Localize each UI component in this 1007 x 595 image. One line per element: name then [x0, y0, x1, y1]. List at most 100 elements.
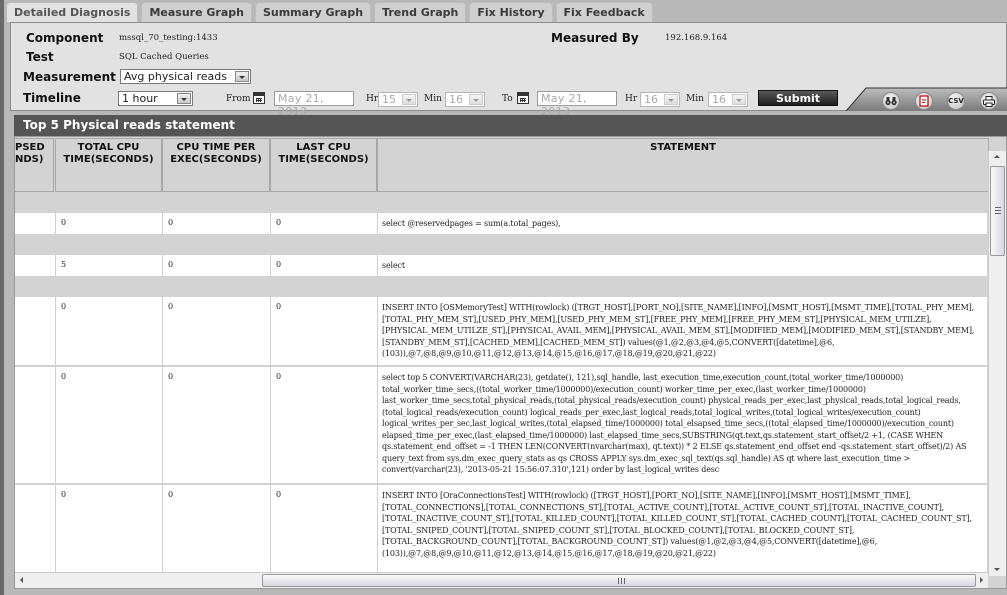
- cell-total-cpu: 0: [55, 485, 162, 572]
- cell-statement: INSERT INTO [OraConnectionsTest] WITH(ro…: [377, 485, 987, 572]
- binoculars-icon: [885, 97, 897, 106]
- table-row[interactable]: 0 0 0 select @reservedpages = sum(a.tota…: [15, 213, 987, 234]
- cell-elapsed: [15, 367, 55, 483]
- measurement-label: Measurement: [23, 70, 116, 84]
- tab-bar: Detailed Diagnosis Measure Graph Summary…: [6, 2, 656, 22]
- from-hr-label: Hr: [366, 94, 379, 104]
- cell-elapsed: [15, 297, 55, 365]
- to-minute-select[interactable]: 16: [708, 92, 748, 107]
- column-header-cpu-per-exec[interactable]: CPU TIME PER EXEC(SECONDS): [162, 138, 270, 192]
- cell-cpu-per-exec: 0: [162, 213, 270, 234]
- pdf-export-button[interactable]: [915, 92, 933, 110]
- measured-by-label: Measured By: [551, 31, 639, 45]
- measured-by-value: 192.168.9.164: [665, 33, 728, 43]
- measurement-select-value: Avg physical reads: [124, 70, 227, 83]
- from-date-input[interactable]: May 21, 2013: [274, 91, 354, 118]
- cell-last-cpu: 0: [270, 213, 377, 234]
- test-value: SQL Cached Queries: [119, 52, 209, 62]
- tab-detailed-diagnosis[interactable]: Detailed Diagnosis: [6, 2, 139, 22]
- tab-measure-graph[interactable]: Measure Graph: [141, 2, 252, 22]
- from-minute-value: 16: [449, 93, 463, 106]
- row-separator: [15, 234, 987, 255]
- tab-summary-graph[interactable]: Summary Graph: [254, 2, 372, 22]
- print-button[interactable]: [980, 92, 998, 110]
- submit-button[interactable]: Submit: [758, 90, 838, 106]
- from-label: From: [226, 94, 251, 104]
- cell-statement: select @reservedpages = sum(a.total_page…: [377, 213, 987, 234]
- cell-total-cpu: 0: [55, 213, 162, 234]
- chevron-down-icon: [402, 94, 416, 105]
- column-header-last-cpu[interactable]: LAST CPU TIME(SECONDS): [270, 138, 377, 192]
- column-header-elapsed[interactable]: PSED NDS): [15, 138, 54, 192]
- from-hour-select[interactable]: 15: [378, 92, 418, 107]
- tab-fix-history[interactable]: Fix History: [469, 2, 553, 22]
- from-min-label: Min: [424, 94, 442, 104]
- section-title: Top 5 Physical reads statement: [14, 115, 1007, 136]
- table-row[interactable]: 5 0 0 select: [15, 255, 987, 276]
- row-separator: [15, 276, 987, 297]
- cell-total-cpu: 0: [55, 367, 162, 483]
- scroll-right-icon[interactable]: [974, 573, 988, 588]
- horizontal-scroll-thumb[interactable]: [262, 574, 976, 587]
- to-hour-select[interactable]: 16: [640, 92, 680, 107]
- cell-cpu-per-exec: 0: [162, 485, 270, 572]
- from-minute-select[interactable]: 16: [445, 92, 485, 107]
- measurement-select[interactable]: Avg physical reads: [120, 69, 251, 84]
- search-button[interactable]: [882, 92, 900, 110]
- to-hour-value: 16: [644, 93, 658, 106]
- csv-export-button[interactable]: CSV: [947, 92, 965, 110]
- chevron-down-icon: [177, 93, 191, 104]
- cell-cpu-per-exec: 0: [162, 297, 270, 365]
- timeline-select[interactable]: 1 hour: [118, 91, 193, 106]
- vertical-scrollbar[interactable]: [988, 151, 1006, 576]
- calendar-icon[interactable]: [517, 92, 529, 104]
- component-value: mssql_70_testing:1433: [119, 33, 218, 43]
- cell-last-cpu: 0: [270, 367, 377, 483]
- to-minute-value: 16: [712, 93, 726, 106]
- table-row[interactable]: 0 0 0 INSERT INTO [OraConnectionsTest] W…: [15, 484, 987, 572]
- from-hour-value: 15: [382, 93, 396, 106]
- vertical-scroll-thumb[interactable]: [990, 166, 1005, 256]
- timeline-label: Timeline: [23, 91, 81, 105]
- table-row[interactable]: 0 0 0 INSERT INTO [OSMemoryTest] WITH(ro…: [15, 297, 987, 365]
- filter-panel: Component mssql_70_testing:1433 Test SQL…: [10, 22, 1007, 118]
- printer-icon: [983, 95, 995, 107]
- cell-statement: INSERT INTO [OSMemoryTest] WITH(rowlock)…: [377, 297, 987, 365]
- calendar-icon[interactable]: [253, 92, 265, 104]
- export-toolbar: CSV: [846, 87, 1007, 111]
- horizontal-scrollbar[interactable]: [15, 572, 988, 588]
- timeline-select-value: 1 hour: [122, 92, 158, 105]
- to-hr-label: Hr: [625, 94, 638, 104]
- cell-statement: select: [377, 255, 987, 276]
- cell-cpu-per-exec: 0: [162, 367, 270, 483]
- to-date-input[interactable]: May 21, 2013: [537, 91, 617, 118]
- cell-last-cpu: 0: [270, 255, 377, 276]
- column-header-statement[interactable]: STATEMENT: [377, 138, 989, 192]
- chevron-down-icon: [235, 71, 249, 82]
- chevron-down-icon: [469, 94, 483, 105]
- scroll-up-icon[interactable]: [989, 151, 1006, 164]
- cell-elapsed: [15, 213, 55, 234]
- tab-trend-graph[interactable]: Trend Graph: [374, 2, 467, 22]
- cell-cpu-per-exec: 0: [162, 255, 270, 276]
- cell-total-cpu: 5: [55, 255, 162, 276]
- tab-fix-feedback[interactable]: Fix Feedback: [555, 2, 653, 22]
- table-row[interactable]: 0 0 0 select top 5 CONVERT(VARCHAR(23), …: [15, 366, 987, 483]
- scroll-left-icon[interactable]: [15, 573, 29, 588]
- to-min-label: Min: [686, 94, 704, 104]
- cell-statement: select top 5 CONVERT(VARCHAR(23), getdat…: [377, 367, 987, 483]
- cell-elapsed: [15, 255, 55, 276]
- row-separator: [15, 193, 987, 213]
- cell-last-cpu: 0: [270, 485, 377, 572]
- cell-elapsed: [15, 485, 55, 572]
- to-label: To: [502, 94, 513, 104]
- csv-icon: CSV: [948, 97, 964, 105]
- scroll-down-icon[interactable]: [989, 563, 1006, 576]
- statements-table: PSED NDS) TOTAL CPU TIME(SECONDS) CPU TI…: [14, 136, 1007, 589]
- test-label: Test: [26, 50, 54, 64]
- detailed-diagnosis-window: Detailed Diagnosis Measure Graph Summary…: [0, 0, 1007, 595]
- cell-total-cpu: 0: [55, 297, 162, 365]
- component-label: Component: [26, 31, 104, 45]
- cell-last-cpu: 0: [270, 297, 377, 365]
- column-header-total-cpu[interactable]: TOTAL CPU TIME(SECONDS): [55, 138, 162, 192]
